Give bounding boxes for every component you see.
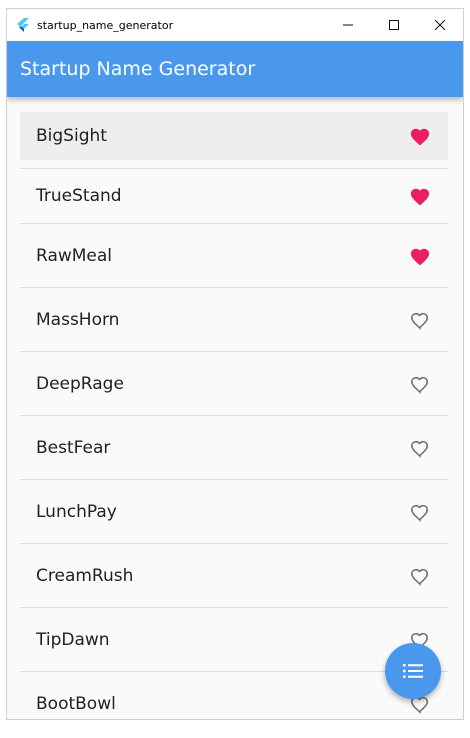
list-item[interactable]: CreamRush — [20, 544, 448, 608]
bottom-clip — [0, 720, 470, 738]
list-icon — [403, 664, 423, 678]
favorite-filled-icon[interactable] — [408, 244, 432, 268]
list-item[interactable]: TipDawn — [20, 608, 448, 672]
close-icon — [435, 20, 445, 30]
list-item-label: RawMeal — [36, 245, 113, 266]
saved-list-fab[interactable] — [385, 643, 441, 699]
window-controls — [325, 9, 463, 41]
close-button[interactable] — [417, 9, 463, 41]
maximize-icon — [389, 20, 399, 30]
title-bar: startup_name_generator — [7, 9, 463, 41]
minimize-icon — [343, 24, 353, 26]
list-item-label: BootBowl — [36, 694, 116, 714]
list-item[interactable]: BestFear — [20, 416, 448, 480]
favorite-border-icon[interactable] — [408, 564, 432, 588]
favorite-filled-icon[interactable] — [408, 184, 432, 208]
name-list[interactable]: BigSight TrueStand RawMeal MassHorn Deep… — [20, 112, 448, 736]
list-item-label: CreamRush — [36, 565, 134, 586]
flutter-logo-icon — [11, 9, 35, 41]
app-bar-title: Startup Name Generator — [20, 58, 256, 80]
list-item-label: DeepRage — [36, 373, 124, 394]
list-item[interactable]: TrueStand — [20, 168, 448, 224]
list-item[interactable]: BigSight — [20, 112, 448, 160]
list-item[interactable]: MassHorn — [20, 288, 448, 352]
maximize-button[interactable] — [371, 9, 417, 41]
list-item-label: TipDawn — [36, 629, 110, 650]
favorite-filled-icon[interactable] — [408, 124, 432, 148]
minimize-button[interactable] — [325, 9, 371, 41]
favorite-border-icon[interactable] — [408, 372, 432, 396]
list-item-label: BestFear — [36, 437, 111, 458]
list-item-label: LunchPay — [36, 501, 117, 522]
app-bar: Startup Name Generator — [7, 41, 463, 97]
list-item[interactable]: DeepRage — [20, 352, 448, 416]
favorite-border-icon[interactable] — [408, 436, 432, 460]
list-item-label: BigSight — [36, 126, 107, 146]
favorite-border-icon[interactable] — [408, 500, 432, 524]
list-item-label: TrueStand — [36, 186, 122, 206]
favorite-border-icon[interactable] — [408, 308, 432, 332]
list-item-label: MassHorn — [36, 309, 120, 330]
window-title: startup_name_generator — [37, 18, 174, 32]
list-item[interactable]: LunchPay — [20, 480, 448, 544]
list-item[interactable]: RawMeal — [20, 224, 448, 288]
